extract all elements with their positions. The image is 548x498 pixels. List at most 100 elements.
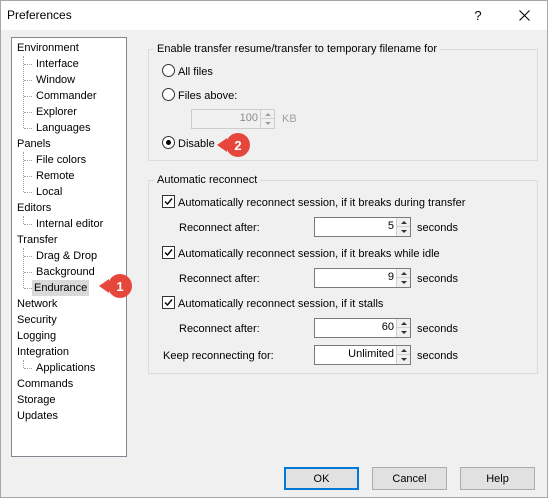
tree-item-window[interactable]: Window xyxy=(34,72,75,88)
tree-item-transfer[interactable]: Transfer xyxy=(17,232,58,248)
reconnect-while-idle-option[interactable]: Automatically reconnect session, if it b… xyxy=(162,246,440,262)
tree-item-file-colors[interactable]: File colors xyxy=(34,152,86,168)
tree-item-updates[interactable]: Updates xyxy=(17,408,58,424)
window-title: Preferences xyxy=(7,8,72,22)
tree-item-internal-editor[interactable]: Internal editor xyxy=(34,216,103,232)
reconnect-after-stepper-2[interactable]: 9 xyxy=(314,268,411,288)
tree-item-editors[interactable]: Editors xyxy=(17,200,51,216)
reconnect-after-down-button-2[interactable] xyxy=(397,278,410,287)
reconnect-after-label-3: Reconnect after: xyxy=(179,323,260,335)
keep-reconnecting-value[interactable]: Unlimited xyxy=(348,348,394,360)
callout-1-badge: 1 xyxy=(108,274,132,298)
tree-connector-line xyxy=(24,288,32,289)
reconnect-while-idle-label: Automatically reconnect session, if it b… xyxy=(178,248,440,260)
arrow-down-icon xyxy=(400,230,407,233)
files-above-radio[interactable] xyxy=(162,88,175,101)
reconnect-after-label-1: Reconnect after: xyxy=(179,222,260,234)
seconds-unit-2: seconds xyxy=(417,273,458,285)
reconnect-after-value-2[interactable]: 9 xyxy=(388,271,394,283)
cancel-button[interactable]: Cancel xyxy=(372,467,447,490)
tree-item-environment[interactable]: Environment xyxy=(17,40,79,56)
tree-item-commands[interactable]: Commands xyxy=(17,376,73,392)
help-title-button[interactable]: ? xyxy=(455,1,501,30)
keep-reconnecting-label: Keep reconnecting for: xyxy=(163,350,274,362)
close-icon xyxy=(518,10,530,21)
tree-item-applications[interactable]: Applications xyxy=(34,360,95,376)
checkmark-icon xyxy=(164,249,173,257)
keep-reconnecting-stepper[interactable]: Unlimited xyxy=(314,345,411,365)
tree-item-endurance[interactable]: Endurance xyxy=(32,280,90,296)
reconnect-after-spin-buttons-1 xyxy=(396,218,410,236)
reconnect-after-stepper-3[interactable]: 60 xyxy=(314,318,411,338)
tree-item-commander[interactable]: Commander xyxy=(34,88,97,104)
all-files-label: All files xyxy=(178,66,213,78)
keep-reconnecting-up-button[interactable] xyxy=(397,346,410,355)
disable-radio[interactable] xyxy=(162,136,175,149)
tree-connector-line xyxy=(24,128,32,129)
reconnect-after-value-3[interactable]: 60 xyxy=(382,321,394,333)
tree-item-local[interactable]: Local xyxy=(34,184,62,200)
preferences-tree[interactable]: Environment Interface Window Commander Explo… xyxy=(11,37,127,457)
files-above-unit: KB xyxy=(282,113,297,125)
tree-item-panels[interactable]: Panels xyxy=(17,136,51,152)
arrow-down-icon xyxy=(400,331,407,334)
cancel-button-label: Cancel xyxy=(392,472,427,485)
all-files-radio[interactable] xyxy=(162,64,175,77)
tree-item-storage[interactable]: Storage xyxy=(17,392,56,408)
disable-option[interactable]: Disable xyxy=(162,136,215,152)
help-button-label: Help xyxy=(486,472,509,485)
close-button[interactable] xyxy=(501,1,547,30)
checkmark-icon xyxy=(164,299,173,307)
files-above-down-button xyxy=(261,119,274,128)
tree-connector-line xyxy=(24,80,32,81)
all-files-option[interactable]: All files xyxy=(162,64,213,80)
preferences-dialog: Preferences ? Environment Interface Window… xyxy=(0,0,548,498)
reconnect-if-stalls-option[interactable]: Automatically reconnect session, if it s… xyxy=(162,296,383,312)
reconnect-during-transfer-label: Automatically reconnect session, if it b… xyxy=(178,197,466,209)
tree-item-remote[interactable]: Remote xyxy=(34,168,75,184)
reconnect-after-up-button-3[interactable] xyxy=(397,319,410,328)
reconnect-during-transfer-checkbox[interactable] xyxy=(162,195,175,208)
tree-item-drag-drop[interactable]: Drag & Drop xyxy=(34,248,97,264)
tree-connector-line xyxy=(24,112,32,113)
reconnect-after-down-button-3[interactable] xyxy=(397,328,410,337)
reconnect-during-transfer-option[interactable]: Automatically reconnect session, if it b… xyxy=(162,195,465,211)
reconnect-after-spin-buttons-2 xyxy=(396,269,410,287)
reconnect-after-label-2: Reconnect after: xyxy=(179,273,260,285)
reconnect-after-value-1[interactable]: 5 xyxy=(388,220,394,232)
tree-item-background[interactable]: Background xyxy=(34,264,95,280)
files-above-option[interactable]: Files above: xyxy=(162,88,237,104)
resume-group-label: Enable transfer resume/transfer to tempo… xyxy=(154,43,441,56)
tree-connector-line xyxy=(24,272,32,273)
tree-connector-line xyxy=(24,256,32,257)
tree-item-interface[interactable]: Interface xyxy=(34,56,79,72)
arrow-down-icon xyxy=(400,281,407,284)
arrow-down-icon xyxy=(264,122,271,125)
arrow-down-icon xyxy=(400,358,407,361)
reconnect-after-down-button-1[interactable] xyxy=(397,227,410,236)
tree-item-integration[interactable]: Integration xyxy=(17,344,69,360)
keep-reconnecting-spin-buttons xyxy=(396,346,410,364)
reconnect-if-stalls-checkbox[interactable] xyxy=(162,296,175,309)
tree-item-explorer[interactable]: Explorer xyxy=(34,104,77,120)
tree-item-security[interactable]: Security xyxy=(17,312,57,328)
callout-1-label: 1 xyxy=(116,278,124,294)
reconnect-after-up-button-1[interactable] xyxy=(397,218,410,227)
tree-item-languages[interactable]: Languages xyxy=(34,120,90,136)
files-above-label: Files above: xyxy=(178,90,238,102)
tree-connector-line xyxy=(24,224,32,225)
keep-reconnecting-down-button[interactable] xyxy=(397,355,410,364)
reconnect-group-label: Automatic reconnect xyxy=(154,174,261,187)
files-above-spin-buttons xyxy=(260,110,274,128)
arrow-up-icon xyxy=(400,271,407,275)
tree-item-network[interactable]: Network xyxy=(17,296,57,312)
help-icon: ? xyxy=(474,8,482,23)
reconnect-after-up-button-2[interactable] xyxy=(397,269,410,278)
reconnect-after-stepper-1[interactable]: 5 xyxy=(314,217,411,237)
tree-item-logging[interactable]: Logging xyxy=(17,328,56,344)
arrow-up-icon xyxy=(400,321,407,325)
ok-button[interactable]: OK xyxy=(284,467,359,490)
reconnect-while-idle-checkbox[interactable] xyxy=(162,246,175,259)
help-button[interactable]: Help xyxy=(460,467,535,490)
tree-connector-line xyxy=(23,152,24,192)
